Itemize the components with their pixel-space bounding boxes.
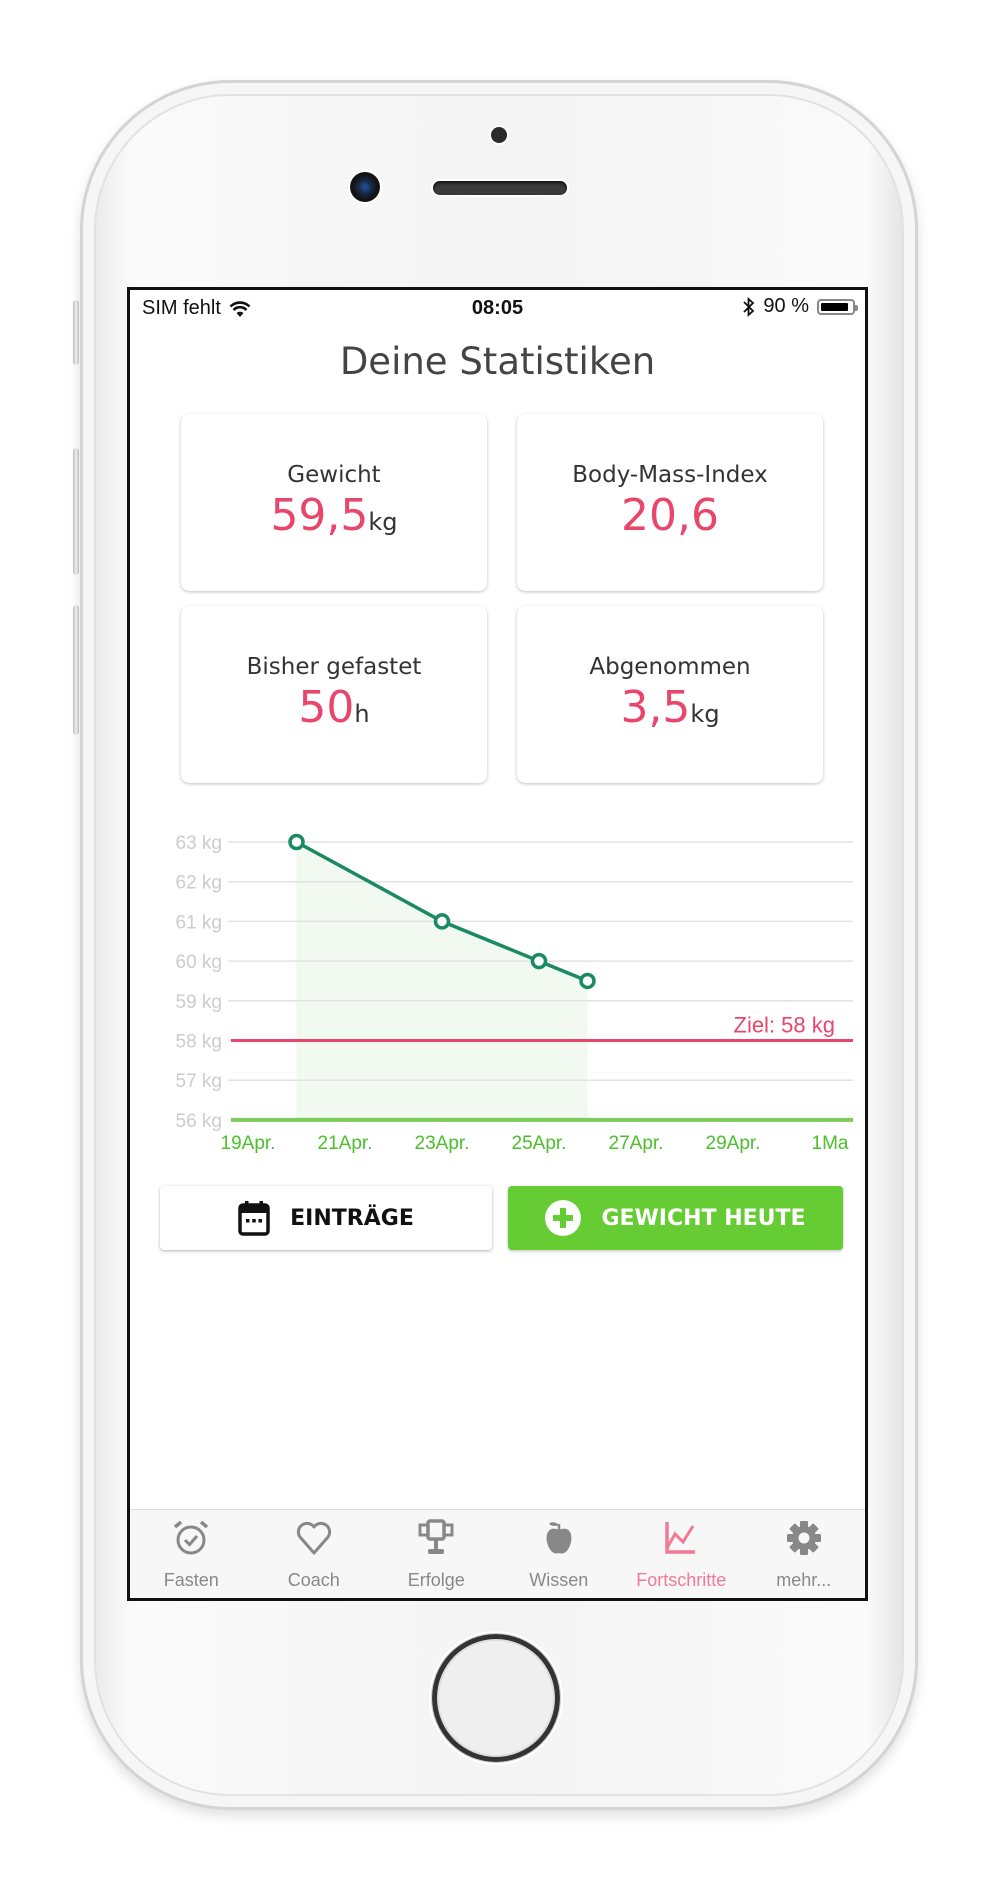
tab-erfolge[interactable]: Erfolge bbox=[375, 1510, 498, 1598]
tab-label: Coach bbox=[287, 1570, 340, 1590]
data-point bbox=[530, 952, 548, 970]
x-tick-label: 27Apr. bbox=[609, 1133, 664, 1154]
trophy-icon bbox=[418, 1519, 454, 1554]
heart-icon bbox=[296, 1521, 331, 1555]
goal-label: Ziel: 58 kg bbox=[734, 1013, 836, 1038]
home-button[interactable] bbox=[431, 1633, 561, 1763]
app-screen: SIM fehlt 08:05 90 % Deine Statistiken G… bbox=[127, 287, 868, 1601]
series-area bbox=[296, 842, 588, 1120]
plus-circle-icon bbox=[545, 1200, 582, 1236]
proximity-sensor bbox=[491, 127, 507, 143]
volume-down-button bbox=[73, 605, 79, 735]
y-tick-label: 57 kg bbox=[176, 1071, 222, 1092]
tab-label: Erfolge bbox=[407, 1570, 465, 1590]
x-tick-label: 21Apr. bbox=[318, 1133, 373, 1154]
chart-icon bbox=[665, 1522, 696, 1554]
tab-label: Wissen bbox=[529, 1570, 589, 1590]
data-point bbox=[579, 972, 596, 990]
gear-icon bbox=[786, 1521, 821, 1555]
x-tick-label: 25Apr. bbox=[512, 1133, 567, 1154]
alarm-clock-icon bbox=[174, 1520, 209, 1555]
earpiece-speaker bbox=[433, 181, 567, 195]
x-tick-label: 19Apr. bbox=[221, 1133, 276, 1154]
tab-label: Fasten bbox=[163, 1570, 219, 1590]
weight-today-label: GEWICHT HEUTE bbox=[601, 1205, 806, 1231]
y-tick-label: 56 kg bbox=[176, 1111, 222, 1132]
entries-label: EINTRÄGE bbox=[290, 1205, 414, 1231]
tab-fortschritte[interactable]: Fortschritte bbox=[620, 1510, 743, 1598]
apple-icon bbox=[546, 1522, 572, 1554]
tab-coach[interactable]: Coach bbox=[253, 1510, 376, 1598]
tab-bar: Fasten Coach Erfolge Wissen Fortschritte… bbox=[130, 1509, 865, 1598]
y-tick-label: 60 kg bbox=[176, 952, 222, 973]
tab-label: mehr... bbox=[776, 1570, 832, 1590]
y-tick-label: 62 kg bbox=[176, 873, 222, 894]
front-camera bbox=[350, 172, 380, 202]
y-tick-label: 63 kg bbox=[176, 833, 222, 854]
y-tick-label: 59 kg bbox=[176, 992, 222, 1013]
mute-switch bbox=[73, 300, 79, 365]
y-tick-label: 61 kg bbox=[176, 912, 222, 933]
tab-mehr[interactable]: mehr... bbox=[743, 1510, 866, 1598]
y-tick-label: 58 kg bbox=[176, 1032, 222, 1053]
x-tick-label: 1Ma bbox=[812, 1133, 849, 1154]
tab-label: Fortschritte bbox=[636, 1570, 727, 1590]
volume-up-button bbox=[73, 448, 79, 575]
x-tick-label: 29Apr. bbox=[706, 1133, 761, 1154]
data-point bbox=[433, 913, 451, 930]
entries-button[interactable]: EINTRÄGE bbox=[160, 1186, 492, 1250]
data-point bbox=[288, 833, 305, 851]
x-tick-label: 23Apr. bbox=[415, 1133, 470, 1154]
tab-fasten[interactable]: Fasten bbox=[130, 1510, 253, 1598]
tab-wissen[interactable]: Wissen bbox=[498, 1510, 621, 1598]
add-weight-today-button[interactable]: GEWICHT HEUTE bbox=[508, 1186, 843, 1250]
calendar-icon bbox=[238, 1201, 270, 1236]
